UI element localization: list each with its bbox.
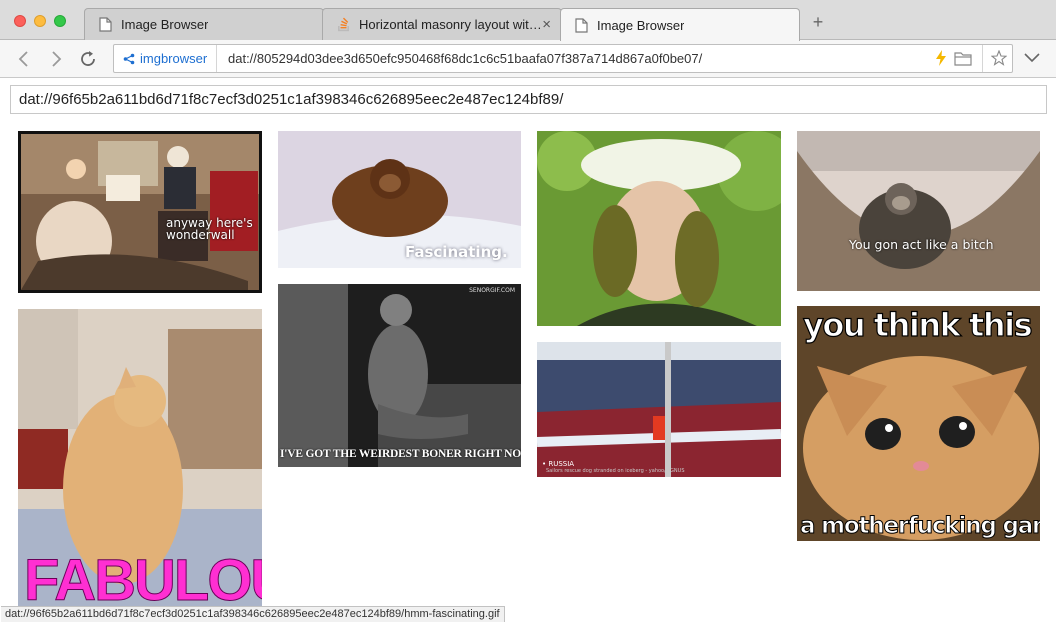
sloth-hammock-photo: [797, 131, 1040, 291]
divider: [982, 45, 983, 72]
tab-strip: Image Browser Horizontal masonry layout …: [0, 0, 1056, 41]
beekeeper-photo: [537, 131, 781, 326]
url-text[interactable]: dat://805294d03dee3d650efc950468f68dc1c6…: [228, 51, 702, 66]
gallery-image-cat-meme[interactable]: you think this is a motherfucking game?: [797, 306, 1040, 541]
gallery-image-fascinating[interactable]: Fascinating.: [278, 131, 521, 268]
page-content: anyway here's wonderwall FABULOUS Fascin…: [0, 78, 1056, 622]
share-icon: [123, 53, 135, 64]
stack-overflow-icon: [338, 17, 349, 32]
close-tab-icon[interactable]: ×: [542, 16, 551, 33]
meme-top-text: you think this is: [802, 306, 1040, 345]
status-bar: dat://96f65b2a611bd6d71f8c7ecf3d0251c1af…: [1, 606, 505, 622]
tab-image-browser-1[interactable]: Image Browser: [84, 8, 324, 40]
tab-label: Horizontal masonry layout wit…: [359, 17, 542, 32]
gallery-image-wonderwall[interactable]: anyway here's wonderwall: [18, 131, 262, 293]
close-window-button[interactable]: [14, 15, 26, 27]
tab-label: Image Browser: [121, 17, 209, 32]
tab-image-browser-2[interactable]: Image Browser: [560, 8, 800, 41]
window-controls: [14, 15, 66, 27]
archive-url-input[interactable]: [10, 85, 1047, 114]
address-bar[interactable]: imgbrowser dat://805294d03dee3d650efc950…: [113, 44, 1013, 73]
toolbar: imgbrowser dat://805294d03dee3d650efc950…: [0, 40, 1056, 78]
forward-icon[interactable]: [46, 49, 66, 69]
news-caption: Sailors rescue dog stranded on iceberg -…: [546, 468, 685, 474]
tab-label: Image Browser: [597, 17, 685, 33]
new-tab-button[interactable]: +: [808, 12, 828, 33]
image-caption: FABULOUS: [24, 548, 263, 614]
image-caption: You gon act like a bitch: [849, 237, 994, 252]
ship-rescue-photo: [537, 342, 781, 477]
gallery-image-sloth[interactable]: You gon act like a bitch: [797, 131, 1040, 291]
news-tag: • RUSSIA: [542, 460, 575, 468]
gallery-image-bees[interactable]: [537, 131, 781, 326]
minimize-window-button[interactable]: [34, 15, 46, 27]
page-icon: [575, 17, 588, 33]
gallery-image-dog[interactable]: SENORGIF.COM I'VE GOT THE WEIRDEST BONER…: [278, 284, 521, 467]
chevron-down-icon[interactable]: [1024, 53, 1040, 63]
image-caption: Fascinating.: [405, 243, 508, 261]
dog-photo: [278, 284, 521, 467]
reload-icon[interactable]: [78, 49, 98, 69]
origin-label: imgbrowser: [140, 51, 208, 66]
back-icon[interactable]: [14, 49, 34, 69]
bookmark-star-icon[interactable]: [991, 50, 1007, 66]
meme-bottom-text: a motherfucking game?: [799, 513, 1040, 540]
folder-icon[interactable]: [954, 51, 972, 66]
tab-stackoverflow[interactable]: Horizontal masonry layout wit… ×: [322, 8, 562, 40]
lightning-icon[interactable]: [936, 50, 946, 66]
painting-image: [21, 134, 259, 290]
gallery-image-fabulous[interactable]: FABULOUS: [18, 309, 262, 622]
site-origin-chip[interactable]: imgbrowser: [114, 45, 218, 72]
image-caption: I'VE GOT THE WEIRDEST BONER RIGHT NOW: [280, 448, 521, 460]
page-icon: [99, 17, 112, 32]
watermark-text: SENORGIF.COM: [469, 287, 515, 294]
zoom-window-button[interactable]: [54, 15, 66, 27]
image-caption: anyway here's wonderwall: [166, 216, 253, 242]
gallery-image-dog-ice[interactable]: • RUSSIA Sailors rescue dog stranded on …: [537, 342, 781, 477]
